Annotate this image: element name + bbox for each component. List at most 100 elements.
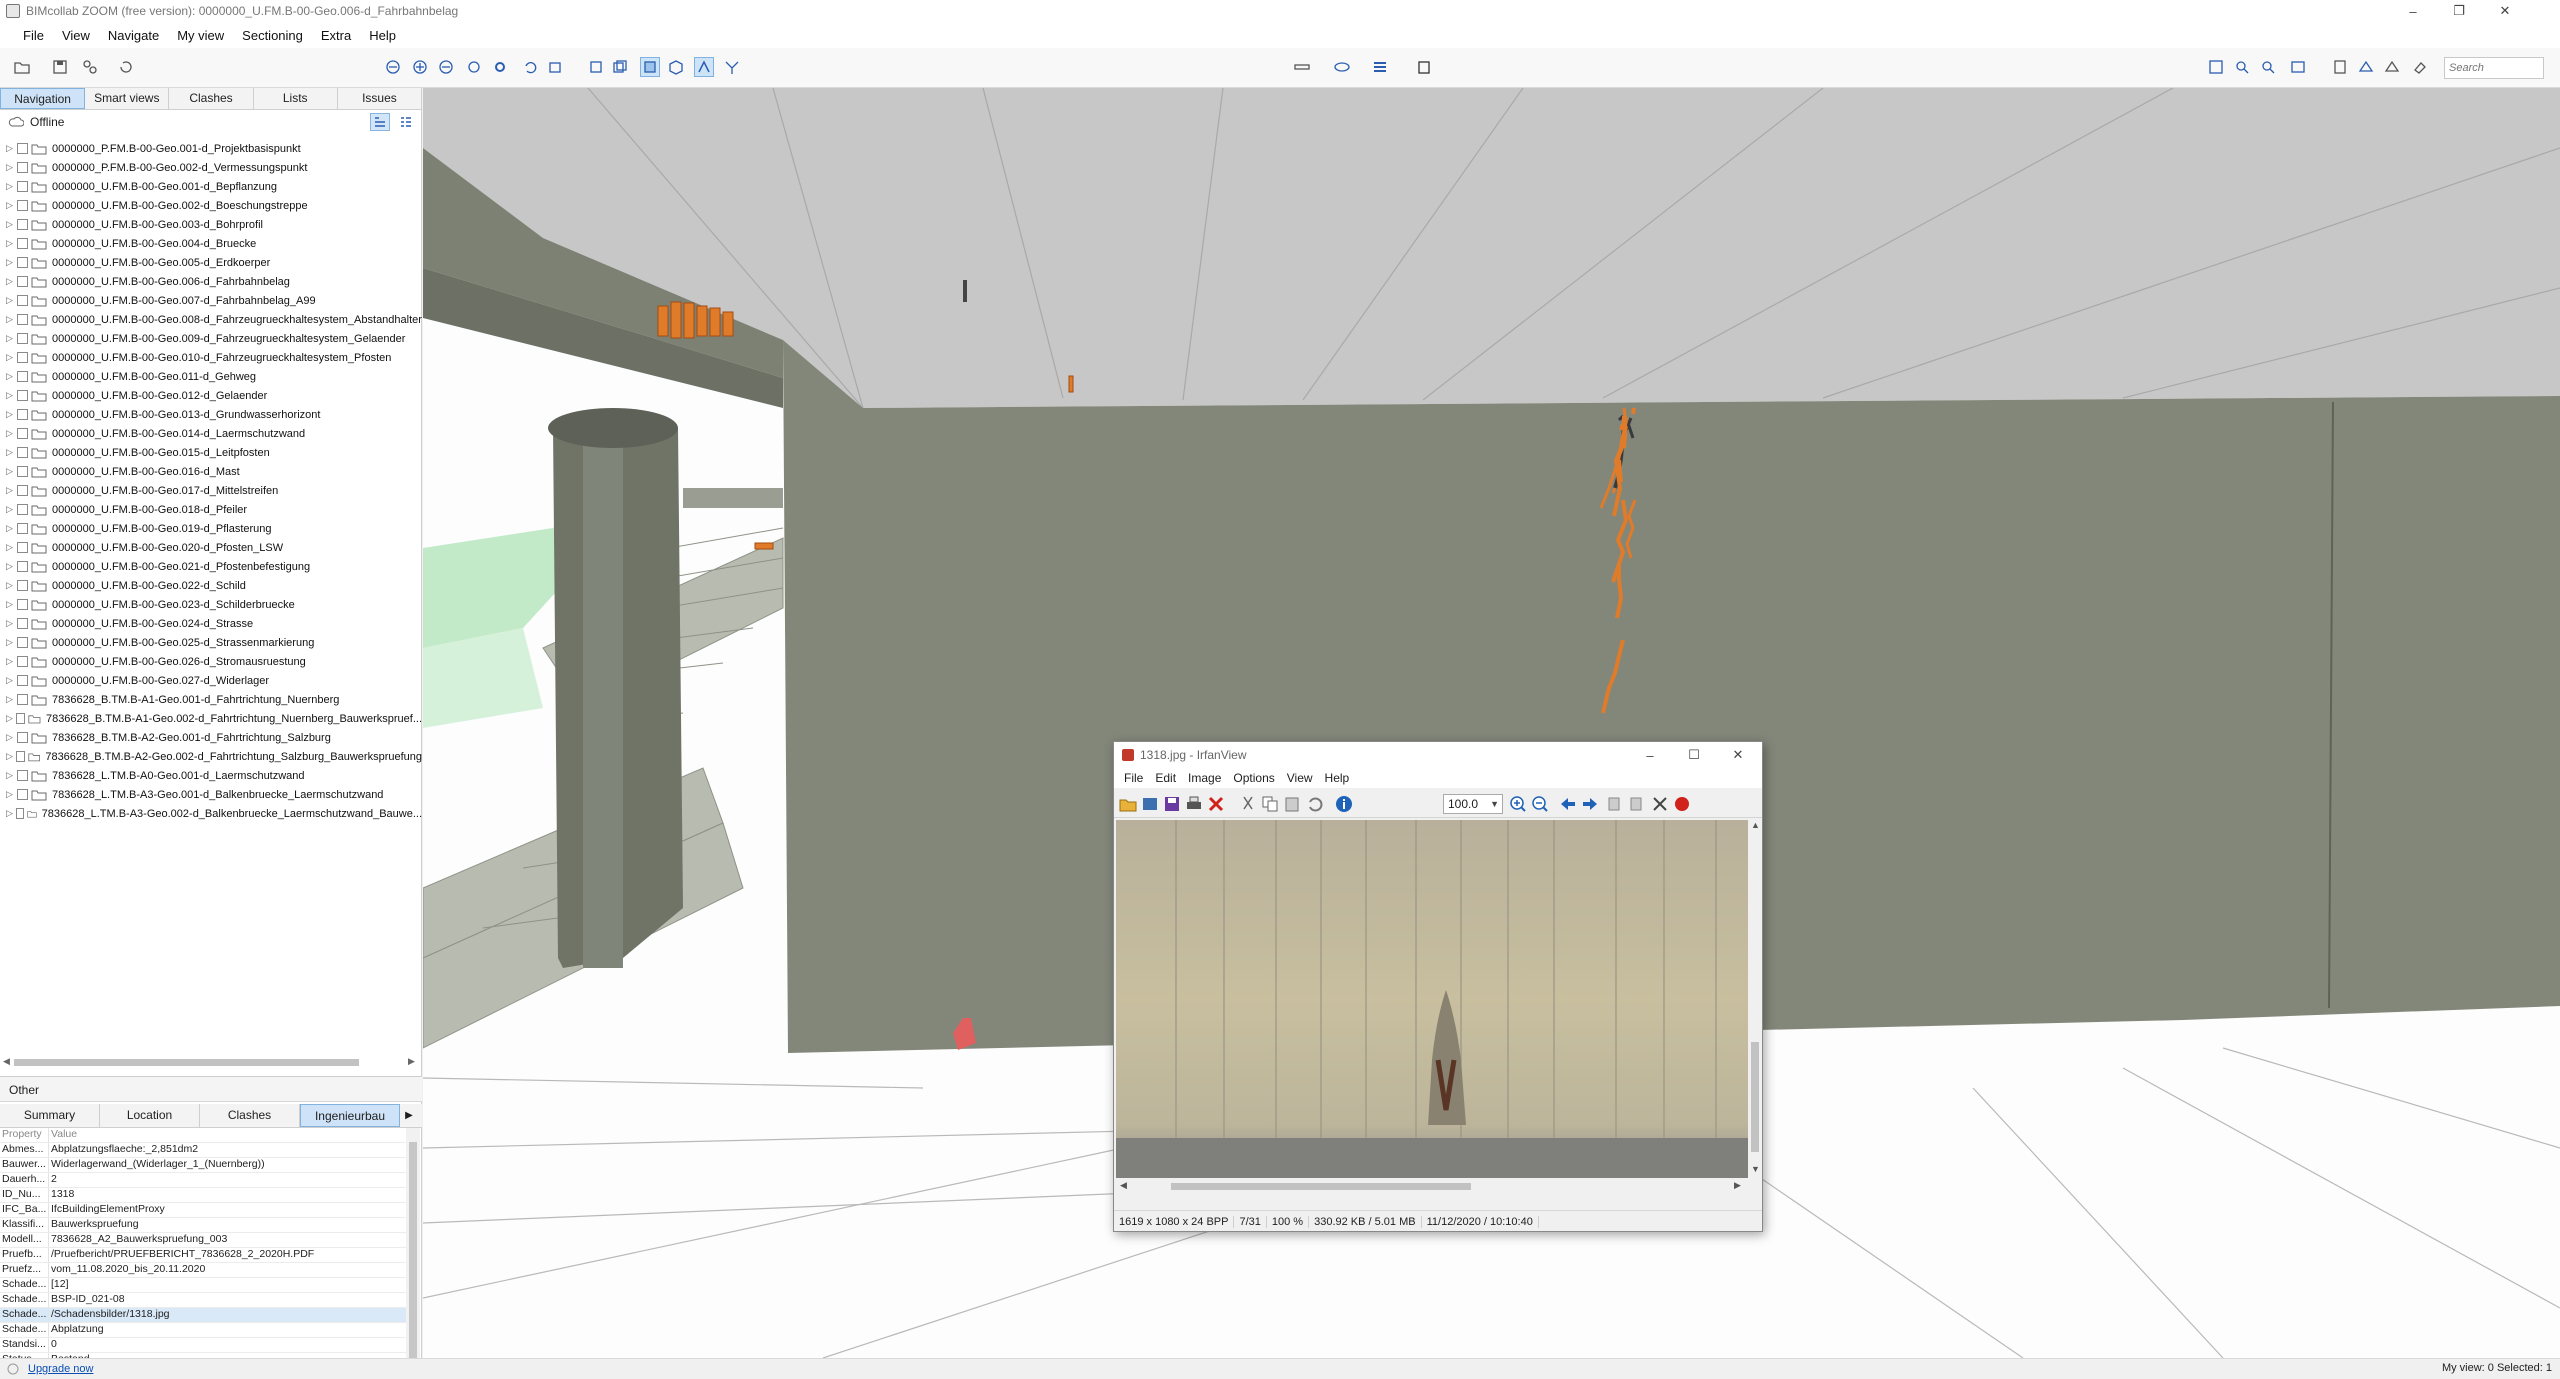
visibility-checkbox[interactable] <box>17 238 28 249</box>
paste-icon[interactable] <box>1282 794 1302 814</box>
visibility-checkbox[interactable] <box>17 181 28 192</box>
menu-sectioning[interactable]: Sectioning <box>233 28 312 43</box>
tree-item[interactable]: ▷ 0000000_U.FM.B-00-Geo.016-d_Mast <box>0 462 422 481</box>
visibility-checkbox[interactable] <box>17 333 28 344</box>
visibility-checkbox[interactable] <box>17 561 28 572</box>
expand-icon[interactable]: ▷ <box>6 675 14 686</box>
tree-item[interactable]: ▷ 7836628_L.TM.B-A3-Geo.001-d_Balkenbruec… <box>0 785 422 804</box>
eraser-icon[interactable] <box>2410 57 2430 77</box>
photo-vertical-scrollbar[interactable]: ▲ ▼ <box>1748 820 1762 1178</box>
irfan-close-icon[interactable]: ✕ <box>1716 742 1760 768</box>
undo-icon[interactable] <box>520 57 540 77</box>
visibility-checkbox[interactable] <box>17 219 28 230</box>
scroll-left-icon[interactable]: ◀ <box>3 1056 10 1067</box>
tree-item[interactable]: ▷ 0000000_U.FM.B-00-Geo.005-d_Erdkoerper <box>0 253 422 272</box>
property-row[interactable]: Pruefz... vom_11.08.2020_bis_20.11.2020 <box>0 1263 406 1278</box>
tab-prop-clashes[interactable]: Clashes <box>200 1104 300 1127</box>
scroll-left-icon[interactable]: ◀ <box>1120 1180 1127 1191</box>
connect-icon[interactable] <box>80 57 100 77</box>
irfan-logo-icon[interactable] <box>1672 794 1692 814</box>
visibility-checkbox[interactable] <box>17 409 28 420</box>
copy-icon[interactable] <box>1260 794 1280 814</box>
shaded-view-icon[interactable] <box>640 57 660 77</box>
tab-smart-views[interactable]: Smart views <box>85 88 170 109</box>
tree-view-icon[interactable] <box>370 113 390 131</box>
irfan-maximize-icon[interactable]: ☐ <box>1672 742 1716 768</box>
tab-more-icon[interactable]: ▶ <box>400 1104 418 1127</box>
expand-icon[interactable]: ▷ <box>6 333 14 344</box>
save-icon[interactable] <box>50 57 70 77</box>
expand-icon[interactable]: ▷ <box>6 523 14 534</box>
tree-item[interactable]: ▷ 0000000_U.FM.B-00-Geo.006-d_Fahrbahnbel… <box>0 272 422 291</box>
visibility-checkbox[interactable] <box>17 447 28 458</box>
fit-view-icon[interactable] <box>2206 57 2226 77</box>
expand-icon[interactable]: ▷ <box>6 656 14 667</box>
expand-icon[interactable]: ▷ <box>6 371 14 382</box>
tree-item[interactable]: ▷ 0000000_U.FM.B-00-Geo.003-d_Bohrprofil <box>0 215 422 234</box>
property-row[interactable]: Schade... Abplatzung <box>0 1323 406 1338</box>
expand-icon[interactable]: ▷ <box>6 732 14 743</box>
expand-icon[interactable]: ▷ <box>6 580 14 591</box>
tree-item[interactable]: ▷ 0000000_U.FM.B-00-Geo.002-d_Boeschungst… <box>0 196 422 215</box>
visibility-checkbox[interactable] <box>15 808 24 819</box>
search-input[interactable] <box>2444 57 2544 79</box>
expand-icon[interactable]: ▷ <box>6 409 14 420</box>
tree-item[interactable]: ▷ 0000000_U.FM.B-00-Geo.014-d_Laermschutz… <box>0 424 422 443</box>
settings-icon[interactable] <box>490 57 510 77</box>
tree-item[interactable]: ▷ 0000000_U.FM.B-00-Geo.020-d_Pfosten_LSW <box>0 538 422 557</box>
expand-icon[interactable]: ▷ <box>6 808 13 819</box>
visibility-checkbox[interactable] <box>17 523 28 534</box>
tab-lists[interactable]: Lists <box>254 88 338 109</box>
tree-item[interactable]: ▷ 7836628_B.TM.B-A1-Geo.001-d_Fahrtrichtu… <box>0 690 422 709</box>
expand-icon[interactable]: ▷ <box>6 542 14 553</box>
scrollbar-thumb[interactable] <box>409 1142 417 1379</box>
visibility-checkbox[interactable] <box>17 314 28 325</box>
wireframe-icon[interactable] <box>666 57 686 77</box>
tree-item[interactable]: ▷ 0000000_U.FM.B-00-Geo.009-d_Fahrzeugrue… <box>0 329 422 348</box>
menu-my-view[interactable]: My view <box>168 28 233 43</box>
scroll-right-icon[interactable]: ▶ <box>1734 1180 1741 1191</box>
tree-item[interactable]: ▷ 7836628_B.TM.B-A2-Geo.002-d_Fahrtrichtu… <box>0 747 422 766</box>
hide-icon[interactable] <box>2382 57 2402 77</box>
tree-item[interactable]: ▷ 0000000_U.FM.B-00-Geo.017-d_Mittelstrei… <box>0 481 422 500</box>
tree-item[interactable]: ▷ 0000000_U.FM.B-00-Geo.007-d_Fahrbahnbel… <box>0 291 422 310</box>
open-folder-icon[interactable] <box>12 57 32 77</box>
next-image-icon[interactable] <box>1580 794 1600 814</box>
tree-item[interactable]: ▷ 0000000_P.FM.B-00-Geo.002-d_Vermessungs… <box>0 158 422 177</box>
tab-ingenieurbau[interactable]: Ingenieurbau <box>300 1104 400 1127</box>
restore-icon[interactable]: ❐ <box>2436 0 2482 22</box>
expand-icon[interactable]: ▷ <box>6 428 14 439</box>
tree-item[interactable]: ▷ 0000000_U.FM.B-00-Geo.012-d_Gelaender <box>0 386 422 405</box>
zoom-in-icon[interactable] <box>410 57 430 77</box>
irfan-menu-view[interactable]: View <box>1281 771 1319 785</box>
visibility-checkbox[interactable] <box>15 751 25 762</box>
expand-icon[interactable]: ▷ <box>6 143 14 154</box>
search-zoom-icon[interactable] <box>2232 57 2252 77</box>
visibility-checkbox[interactable] <box>17 295 28 306</box>
property-row[interactable]: Klassifi... Bauwerkspruefung <box>0 1218 406 1233</box>
visibility-checkbox[interactable] <box>17 656 28 667</box>
section-box-icon[interactable] <box>1332 57 1352 77</box>
visibility-checkbox[interactable] <box>17 599 28 610</box>
property-row[interactable]: Bauwer... Widerlagerwand_(Widerlager_1_(N… <box>0 1158 406 1173</box>
expand-icon[interactable]: ▷ <box>6 561 14 572</box>
visibility-checkbox[interactable] <box>17 542 28 553</box>
tab-issues[interactable]: Issues <box>338 88 423 109</box>
tree-item[interactable]: ▷ 0000000_U.FM.B-00-Geo.026-d_Stromausrue… <box>0 652 422 671</box>
box-icon[interactable] <box>586 57 606 77</box>
upgrade-link[interactable]: Upgrade now <box>28 1363 93 1375</box>
scrollbar-thumb[interactable] <box>1751 1042 1759 1152</box>
tree-item[interactable]: ▷ 7836628_B.TM.B-A2-Geo.001-d_Fahrtrichtu… <box>0 728 422 747</box>
visibility-checkbox[interactable] <box>17 390 28 401</box>
expand-icon[interactable]: ▷ <box>6 466 14 477</box>
expand-icon[interactable]: ▷ <box>6 485 14 496</box>
tab-navigation[interactable]: Navigation <box>0 88 86 109</box>
section-plane-icon[interactable] <box>1292 57 1312 77</box>
irfan-menu-image[interactable]: Image <box>1182 771 1227 785</box>
tab-summary[interactable]: Summary <box>0 1104 100 1127</box>
property-row[interactable]: Modell... 7836628_A2_Bauwerkspruefung_003 <box>0 1233 406 1248</box>
visibility-checkbox[interactable] <box>17 732 28 743</box>
tree-item[interactable]: ▷ 0000000_U.FM.B-00-Geo.010-d_Fahrzeugrue… <box>0 348 422 367</box>
tree-item[interactable]: ▷ 0000000_U.FM.B-00-Geo.027-d_Widerlager <box>0 671 422 690</box>
visibility-checkbox[interactable] <box>17 675 28 686</box>
